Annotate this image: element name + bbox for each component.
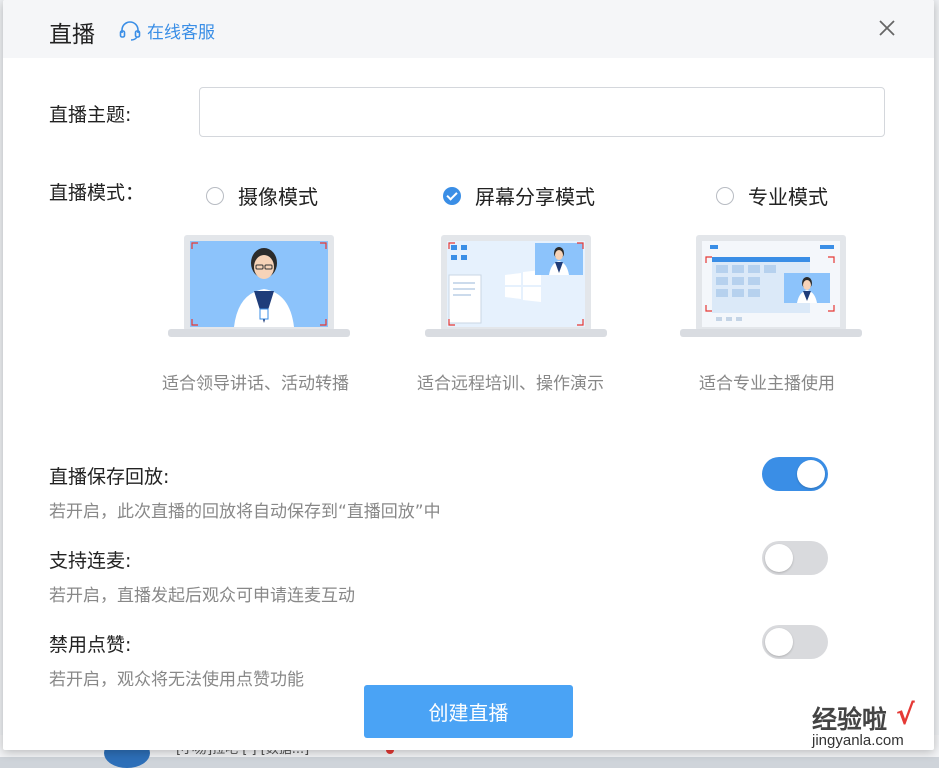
save-replay-desc: 若开启，此次直播的回放将自动保存到“直播回放”中 xyxy=(49,502,441,522)
dialog-header: 直播 在线客服 xyxy=(3,0,934,58)
radio-unchecked-icon xyxy=(206,186,224,205)
online-service-link[interactable]: 在线客服 xyxy=(119,18,215,43)
toggle-knob xyxy=(765,544,793,572)
live-create-dialog: 直播 在线客服 直播主题: 直播模式： 摄像模式 屏幕分享模式 专业模式 适合领… xyxy=(3,0,934,750)
mode-screen-share-radio[interactable]: 屏幕分享模式 xyxy=(443,181,595,210)
radio-checked-icon xyxy=(443,186,461,205)
professional-mode-caption: 适合专业主播使用 xyxy=(699,374,835,394)
online-service-label: 在线客服 xyxy=(147,23,215,43)
camera-mode-illustration[interactable] xyxy=(168,233,350,343)
camera-mode-caption: 适合领导讲话、活动转播 xyxy=(162,374,349,394)
create-live-button[interactable]: 创建直播 xyxy=(364,685,573,738)
mode-professional-radio[interactable]: 专业模式 xyxy=(716,181,828,210)
save-replay-toggle[interactable] xyxy=(762,457,828,491)
headset-icon xyxy=(119,20,141,41)
mode-camera-label: 摄像模式 xyxy=(238,185,318,209)
watermark-title: 经验啦 xyxy=(812,705,888,734)
co-host-title: 支持连麦: xyxy=(49,550,132,572)
topic-input[interactable] xyxy=(199,87,885,137)
close-icon[interactable] xyxy=(877,18,897,38)
dialog-title: 直播 xyxy=(49,22,95,48)
disable-likes-toggle[interactable] xyxy=(762,625,828,659)
toggle-knob xyxy=(765,628,793,656)
mode-professional-label: 专业模式 xyxy=(748,185,828,209)
mode-label: 直播模式： xyxy=(49,182,145,204)
screen-share-illustration[interactable] xyxy=(425,233,607,343)
topic-label: 直播主题: xyxy=(49,104,132,126)
toggle-knob xyxy=(797,460,825,488)
screen-share-caption: 适合远程培训、操作演示 xyxy=(417,374,604,394)
check-mark-icon: √ xyxy=(896,698,915,731)
watermark-url: jingyanla.com xyxy=(812,732,904,749)
mode-camera-radio[interactable]: 摄像模式 xyxy=(206,181,318,210)
save-replay-title: 直播保存回放: xyxy=(49,466,170,488)
disable-likes-desc: 若开启，观众将无法使用点赞功能 xyxy=(49,670,304,690)
co-host-toggle[interactable] xyxy=(762,541,828,575)
professional-mode-illustration[interactable] xyxy=(680,233,862,343)
mode-screen-share-label: 屏幕分享模式 xyxy=(475,185,595,209)
watermark-logo: 经验啦 √ jingyanla.com xyxy=(812,698,938,754)
radio-unchecked-icon xyxy=(716,186,734,205)
co-host-desc: 若开启，直播发起后观众可申请连麦互动 xyxy=(49,586,355,606)
disable-likes-title: 禁用点赞: xyxy=(49,634,132,656)
